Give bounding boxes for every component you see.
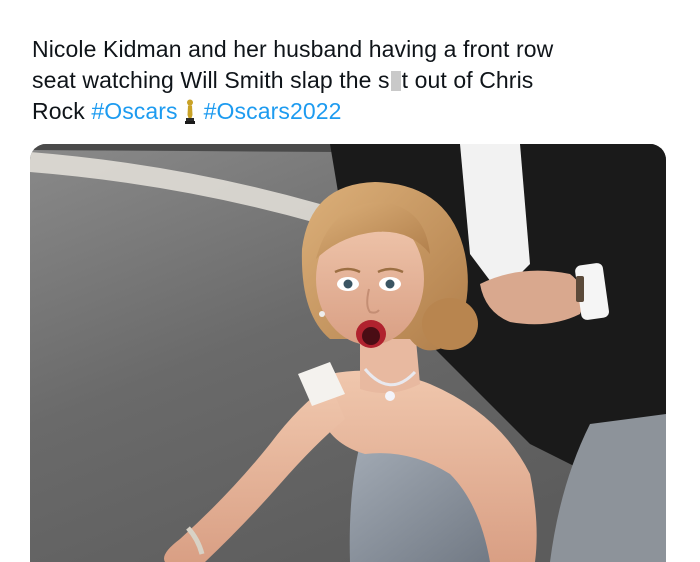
man-watch bbox=[576, 276, 584, 302]
tweet-line-3-word: Rock bbox=[32, 98, 85, 124]
hashtag-oscars-link[interactable]: #Oscars bbox=[91, 98, 177, 124]
censor-block bbox=[390, 71, 401, 91]
woman-hair-bun bbox=[422, 298, 478, 350]
photo-illustration bbox=[30, 144, 666, 562]
tweet-photo[interactable] bbox=[30, 144, 666, 562]
tweet-card: Nicole Kidman and her husband having a f… bbox=[0, 0, 700, 562]
woman-right-iris bbox=[385, 279, 395, 289]
tweet-line-2-end: t out of Chris bbox=[401, 67, 534, 93]
hashtag-oscars2022-link[interactable]: #Oscars2022 bbox=[204, 98, 342, 124]
necklace-pendant bbox=[385, 391, 395, 401]
tweet-line-1: Nicole Kidman and her husband having a f… bbox=[32, 36, 554, 62]
tweet-line-2: seat watching Will Smith slap the s t out… bbox=[32, 65, 672, 96]
tweet-line-3: Rock #Oscars #Oscars2022 bbox=[32, 96, 672, 133]
woman-earring bbox=[319, 311, 325, 317]
oscar-statuette-icon bbox=[182, 99, 198, 133]
woman-left-iris bbox=[343, 279, 353, 289]
tweet-text: Nicole Kidman and her husband having a f… bbox=[32, 34, 672, 133]
tweet-line-2-start: seat watching Will Smith slap the s bbox=[32, 67, 390, 93]
woman-mouth-inner bbox=[362, 327, 380, 345]
